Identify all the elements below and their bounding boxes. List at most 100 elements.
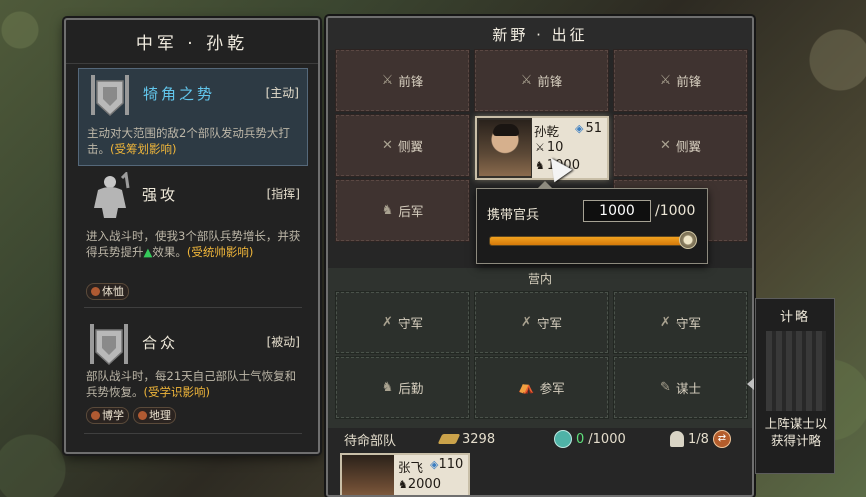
unit-name: 张飞 [398,460,424,475]
scroll-icon [766,331,826,411]
unit-power: ◈110 [430,457,463,472]
tactic-description: 主动对大范围的敌2个部队发动兵势大打击。(受筹划影响) [87,125,302,157]
camp-label: 营内 [527,272,552,286]
guard-icon: ✗ [521,315,532,330]
slot-vanguard-1[interactable]: ⚔ 前锋 [335,49,470,112]
trait-badge[interactable]: 博学 [86,407,129,424]
swap-icon[interactable]: ⇄ [712,430,731,448]
swords-icon: ⚔ [535,141,545,154]
gold-value: 3298 [462,431,496,447]
popup-label: 携带官兵 [487,208,540,223]
troop-slider-track[interactable] [489,236,685,246]
slot-label: 参军 [539,381,565,396]
slot-label: 后勤 [398,381,424,396]
tactic-name: 强攻 [142,186,179,204]
advisor-icon: ⛺ [518,380,535,395]
slot-strategist[interactable]: ✎ 谋士 [613,356,748,419]
troop-max: /1000 [655,203,696,219]
tactic-card-jijiao[interactable]: 犄角之势 [主动] 主动对大范围的敌2个部队发动兵势大打击。(受筹划影响) [78,68,308,166]
trait-icon [91,411,100,420]
deployment-panel: 新野 · 出征 ⚔前锋 ⚔前锋 ⚔前锋 ✕侧翼 ✕侧翼 ♞后军 出阵 营内 ✗守… [326,16,754,497]
slot-label: 后军 [398,204,424,219]
trait-label: 体恤 [102,285,124,298]
avatar [479,120,531,176]
guard-icon: ✗ [382,315,393,330]
slots-value: 1/8 [688,431,709,447]
slot-label: 侧翼 [675,139,701,154]
warrior-icon [94,172,130,218]
slot-vanguard-2[interactable]: ⚔ 前锋 [474,49,609,112]
unit-card-sunqian[interactable]: 孙乾 ◈ 51 ⚔ 10 ♞ 1000 [475,116,609,180]
divider [84,307,302,308]
portrait-hair [493,124,519,136]
desc-text-2: 效果。 [152,245,187,259]
troop-allocation-popup: 携带官兵 /1000 [476,181,708,264]
tactic-name: 合众 [142,334,179,352]
troop-slider-knob[interactable] [679,231,697,249]
avatar [342,455,394,495]
strategy-note: 上阵谋士以获得计略 [764,416,828,448]
strategy-toggle-arrow[interactable] [747,378,754,390]
guard-icon: ✗ [660,315,671,330]
slot-logistics[interactable]: ♞ 后勤 [335,356,470,419]
slot-label: 守军 [536,316,562,331]
desc-highlight: (受学识影响) [143,385,210,399]
strategist-icon: ✎ [660,380,671,395]
trait-row: 博学 地理 [86,407,176,424]
troop-count-input[interactable] [583,200,651,222]
slot-label: 守军 [397,316,423,331]
tactic-description: 进入战斗时，使我3个部队兵势增长，并获得兵势提升▲效果。(受统帅影响) [86,228,301,260]
slot-rear[interactable]: ♞ 后军 [335,179,470,242]
slot-label: 前锋 [537,74,563,89]
power-value: 51 [585,121,603,136]
tactic-type-tag: [主动] [265,86,299,100]
slot-flank-left[interactable]: ✕ 侧翼 [335,114,470,177]
desc-highlight: (受统帅影响) [186,245,254,259]
troop-icon [554,430,572,448]
panel-title: 中军 · 孙乾 [66,20,318,64]
slot-label: 侧翼 [397,139,423,154]
unit-troops: ♞2000 [398,477,441,492]
commander-tactics-panel: 中军 · 孙乾 犄角之势 [主动] 主动对大范围的敌2个部队发动兵势大打击。(受… [64,18,320,454]
trait-icon [91,287,100,296]
spear-icon: ⚔ [659,73,672,88]
slot-label: 前锋 [398,74,424,89]
logistics-icon: ♞ [381,380,394,395]
cross-swords-icon: ✕ [660,138,671,153]
slot-guard-1[interactable]: ✗ 守军 [335,291,470,354]
troop-slider-fill [490,237,684,245]
trait-badge[interactable]: 地理 [133,407,176,424]
slot-guard-3[interactable]: ✗ 守军 [613,291,748,354]
strategy-panel[interactable]: 计略 上阵谋士以获得计略 [755,298,835,474]
troops-value: 2000 [407,477,441,492]
unit-name: 孙乾 [534,124,560,139]
trait-label: 地理 [149,409,171,422]
slot-advisor[interactable]: ⛺ 参军 [474,356,609,419]
slot-label: 谋士 [675,381,701,396]
troop-display: 0/1000 [554,430,626,448]
slot-label: 守军 [675,316,701,331]
slot-guard-2[interactable]: ✗ 守军 [474,291,609,354]
tactic-type-tag: [指挥] [266,187,300,201]
slot-label: 前锋 [676,74,702,89]
desc-highlight: (受筹划影响) [110,142,177,156]
trait-label: 博学 [102,409,124,422]
troops-used: 0 [576,431,585,447]
popup-pointer [537,181,553,189]
tactic-card-qianggong[interactable]: 强攻 [指挥] 进入战斗时，使我3个部队兵势增长，并获得兵势提升▲效果。(受统帅… [78,170,308,305]
power-value: 110 [438,457,464,472]
shield-banner-icon [90,324,128,366]
tactic-card-hezhong[interactable]: 合众 [被动] 部队战斗时，每21天自己部队士气恢复和兵势恢复。(受学识影响) … [78,318,308,433]
slot-vanguard-3[interactable]: ⚔ 前锋 [613,49,748,112]
gold-display: 3298 [437,431,496,447]
slot-flank-right[interactable]: ✕ 侧翼 [613,114,748,177]
trait-badge[interactable]: 体恤 [86,283,129,300]
tactic-name: 犄角之势 [143,85,216,103]
reserve-bar: 待命部队 3298 0/1000 1/8 ⇄ [328,424,752,454]
gold-icon [437,434,461,444]
shield-banner-icon [91,75,129,117]
reserve-unit-card[interactable]: 张飞 ◈110 ♞2000 [340,453,470,495]
helmet-icon [670,431,684,447]
horse-icon: ♞ [398,478,408,491]
divider [84,433,302,434]
